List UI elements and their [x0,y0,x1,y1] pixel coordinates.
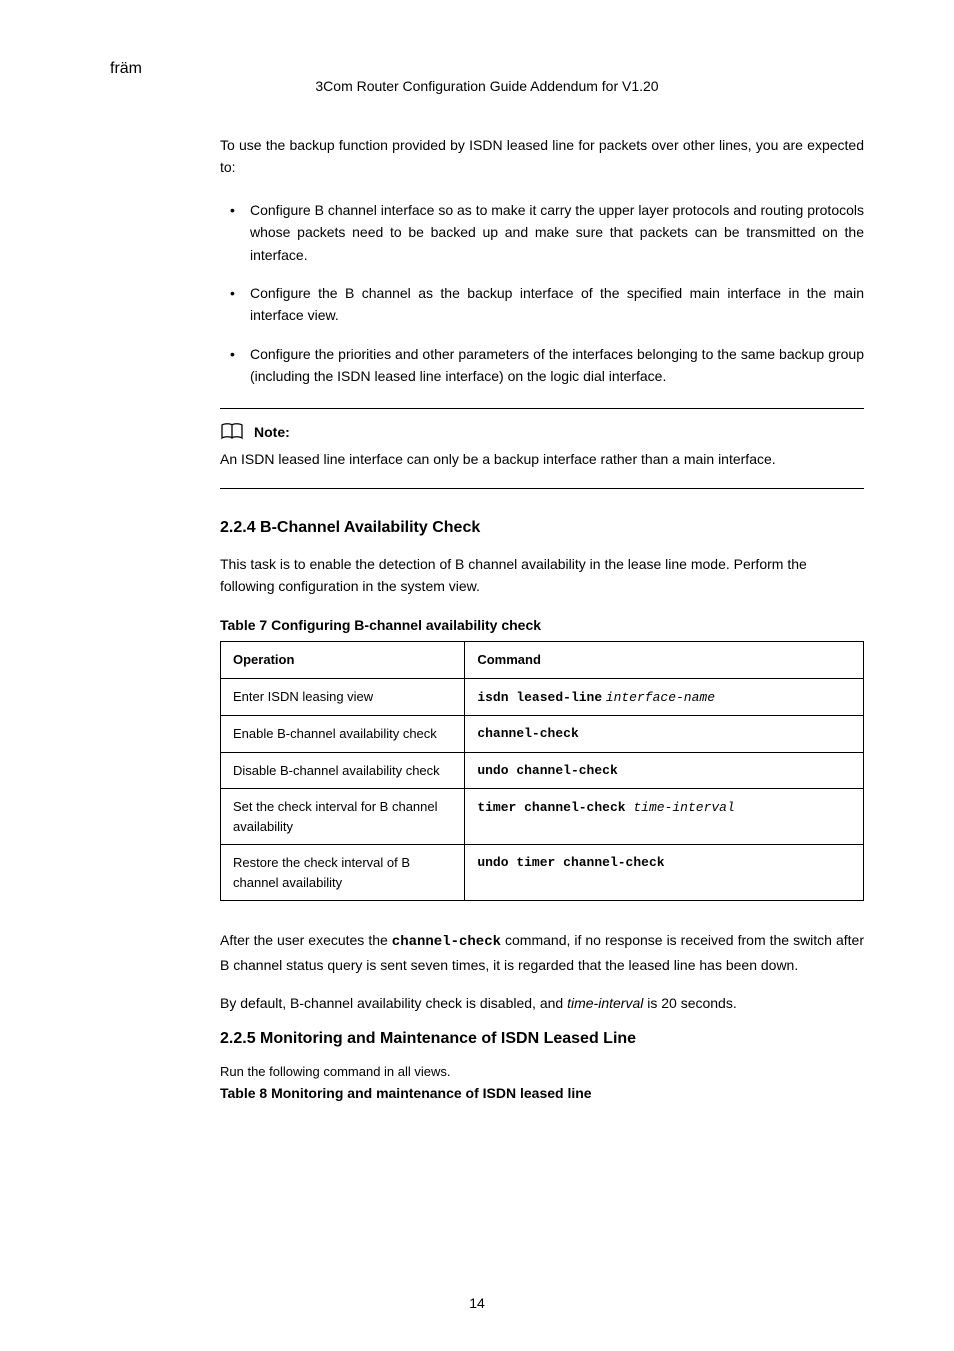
table-cell: undo timer channel-check [465,845,864,901]
text-span: By default, B-channel availability check… [220,995,567,1011]
command-param: interface-name [606,690,715,705]
command-param: time-interval [633,800,734,815]
table-cell: Set the check interval for B channel ava… [221,789,465,845]
table-row: Set the check interval for B channel ava… [221,789,864,845]
config-table: Operation Command Enter ISDN leasing vie… [220,641,864,901]
text-span: After the user executes the [220,932,392,948]
table-cell: Enable B-channel availability check [221,716,465,753]
table-header: Command [465,642,864,679]
section-heading: 2.2.5 Monitoring and Maintenance of ISDN… [220,1030,864,1048]
note-box: Note: An ISDN leased line interface can … [220,408,864,489]
table-cell: timer channel-check time-interval [465,789,864,845]
list-item: Configure B channel interface so as to m… [220,199,864,266]
page-number: 14 [469,1295,485,1311]
note-text: An ISDN leased line interface can only b… [220,449,864,470]
table-cell: Disable B-channel availability check [221,752,465,789]
list-item: Configure the B channel as the backup in… [220,282,864,327]
table-row: Disable B-channel availability check und… [221,752,864,789]
command-text: isdn leased-line [477,690,602,705]
post-table-text: After the user executes the channel-chec… [220,929,864,976]
bullet-list: Configure B channel interface so as to m… [220,199,864,388]
table-cell: undo channel-check [465,752,864,789]
table-row: Enter ISDN leasing view isdn leased-line… [221,678,864,716]
table-title: Table 7 Configuring B-channel availabili… [220,617,864,633]
table-cell: Restore the check interval of B channel … [221,845,465,901]
note-header: Note: [220,423,864,441]
table-cell: Enter ISDN leasing view [221,678,465,716]
param-inline: time-interval [567,995,643,1011]
page-content: To use the backup function provided by I… [110,134,864,1101]
note-label: Note: [254,424,290,440]
section-desc: This task is to enable the detection of … [220,553,864,598]
table-title: Table 8 Monitoring and maintenance of IS… [220,1085,864,1101]
table-cell: channel-check [465,716,864,753]
page-header: 3Com Router Configuration Guide Addendum… [110,78,864,94]
table-header-row: Operation Command [221,642,864,679]
text-span: is 20 seconds. [643,995,736,1011]
section-heading: 2.2.4 B-Channel Availability Check [220,519,864,537]
intro-text: To use the backup function provided by I… [220,134,864,179]
table-row: Restore the check interval of B channel … [221,845,864,901]
command-inline: channel-check [392,934,501,950]
book-icon [220,423,244,441]
list-item: Configure the priorities and other param… [220,343,864,388]
table-cell: isdn leased-line interface-name [465,678,864,716]
post-table-text: By default, B-channel availability check… [220,992,864,1014]
command-text: timer channel-check [477,800,633,815]
section-desc: Run the following command in all views. [220,1064,864,1079]
table-header: Operation [221,642,465,679]
table-row: Enable B-channel availability check chan… [221,716,864,753]
